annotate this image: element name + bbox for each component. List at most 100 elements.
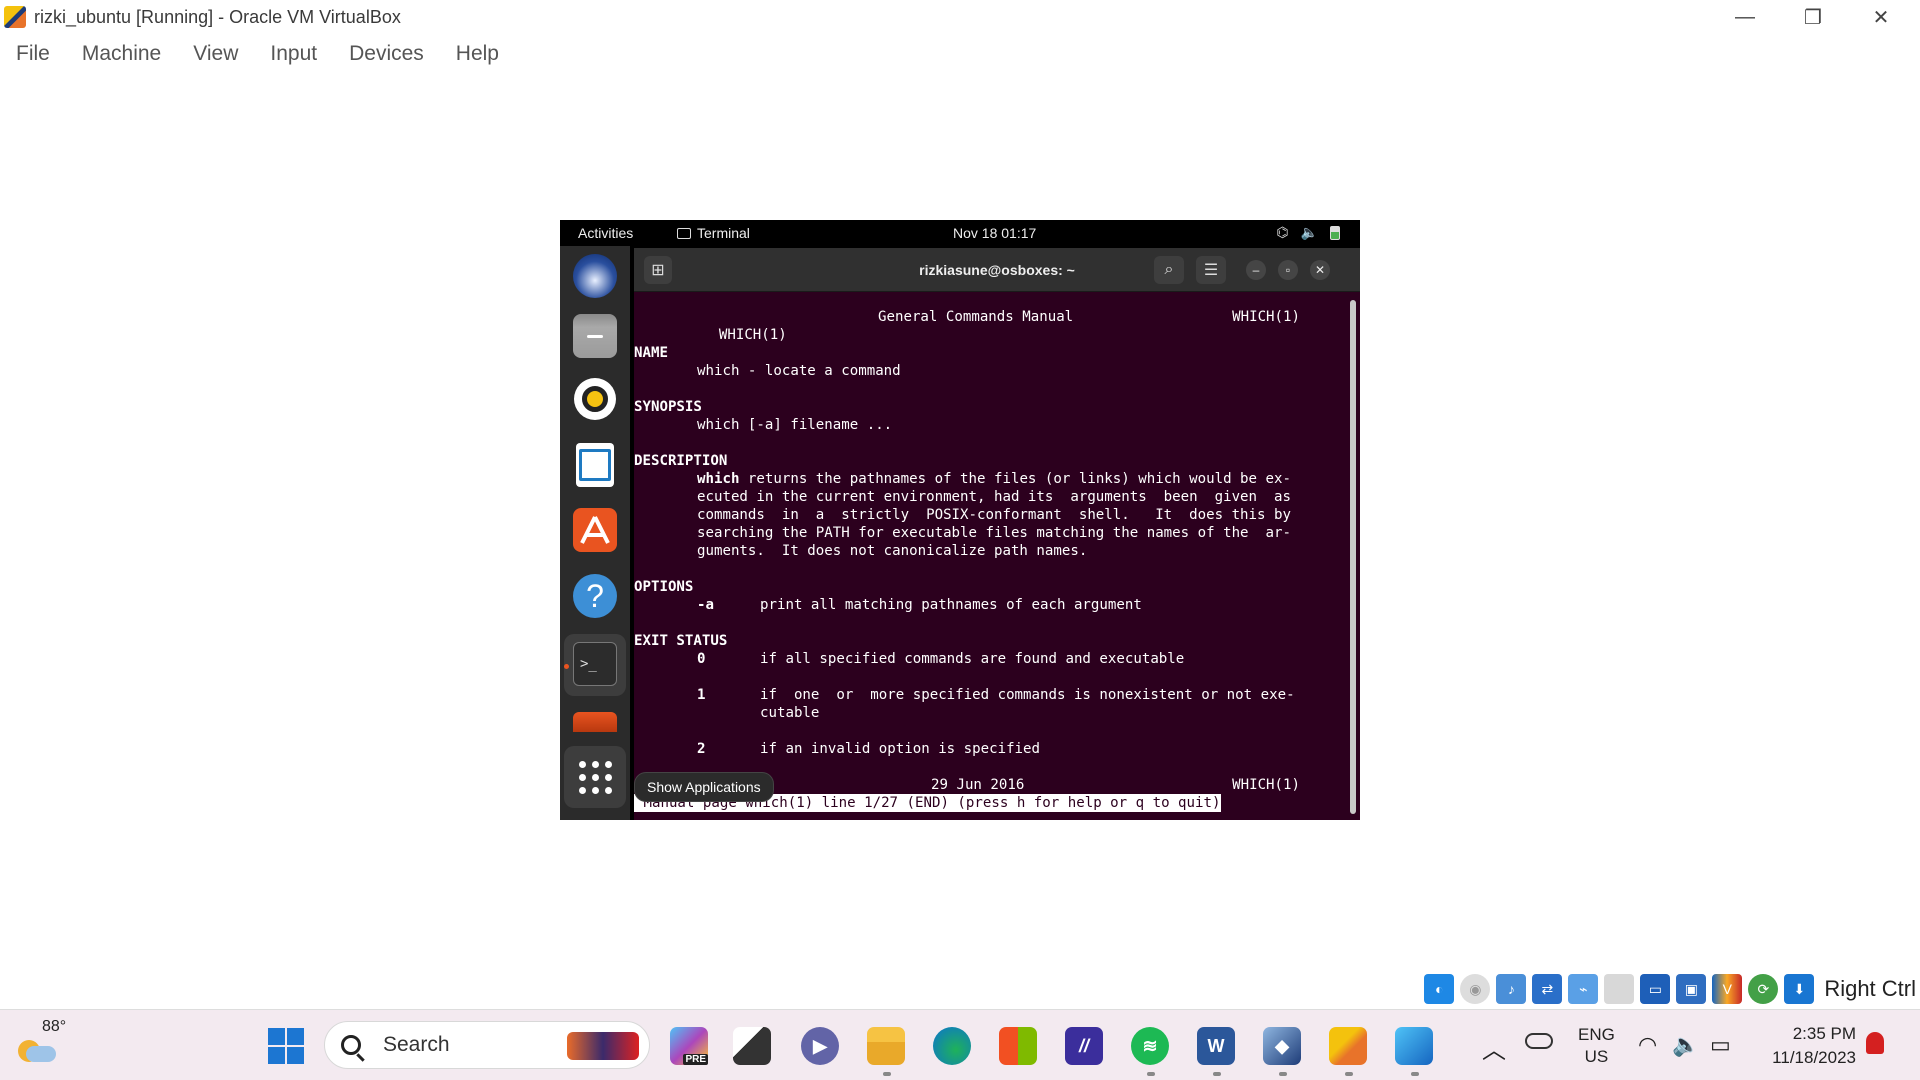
virtualbox-app-icon bbox=[4, 6, 26, 28]
hard-disk-icon[interactable]: ◐ bbox=[1424, 974, 1455, 1004]
show-applications-icon[interactable] bbox=[564, 746, 626, 808]
menu-view[interactable]: View bbox=[177, 42, 254, 66]
weather-widget[interactable]: 88° bbox=[12, 1018, 66, 1068]
vt-x-icon[interactable]: V bbox=[1712, 974, 1743, 1004]
task-view-icon[interactable] bbox=[733, 1027, 771, 1065]
microsoft-store-icon[interactable] bbox=[999, 1027, 1037, 1065]
menu-file[interactable]: File bbox=[0, 42, 66, 66]
desc-command: which bbox=[697, 471, 740, 487]
running-indicator bbox=[564, 664, 569, 669]
edge-icon[interactable] bbox=[933, 1027, 971, 1065]
search-icon bbox=[341, 1035, 361, 1055]
minimize-button[interactable]: — bbox=[1710, 0, 1780, 34]
start-button[interactable] bbox=[268, 1028, 304, 1064]
terminal-scrollbar[interactable] bbox=[1350, 300, 1356, 814]
vm-display[interactable]: Activities Terminal Nov 18 01:17 ⌬ 🔈 ? >… bbox=[560, 220, 1360, 820]
terminal-menu-button[interactable]: ☰ bbox=[1196, 256, 1226, 284]
system-clock[interactable]: 2:35 PM 11/18/2023 bbox=[1760, 1022, 1856, 1070]
audio-icon[interactable]: ♪ bbox=[1496, 974, 1527, 1004]
terminal-maximize-button[interactable]: ▫ bbox=[1278, 260, 1298, 280]
menu-input[interactable]: Input bbox=[254, 42, 333, 66]
activities-button[interactable]: Activities bbox=[578, 225, 633, 241]
menu-devices[interactable]: Devices bbox=[333, 42, 440, 66]
restore-button[interactable]: ❐ bbox=[1778, 0, 1848, 34]
sublime-icon[interactable] bbox=[1329, 1027, 1367, 1065]
name-text: which - locate a command bbox=[697, 363, 901, 379]
thunderbird-icon[interactable] bbox=[573, 254, 617, 298]
photos-icon[interactable] bbox=[1395, 1027, 1433, 1065]
clock-date: 11/18/2023 bbox=[1772, 1048, 1856, 1067]
onedrive-icon[interactable] bbox=[1525, 1033, 1553, 1049]
battery-icon[interactable]: ▭ bbox=[1710, 1032, 1731, 1058]
desktop: rizki_ubuntu [Running] - Oracle VM Virtu… bbox=[0, 0, 1920, 1080]
wifi-icon[interactable]: ◠ bbox=[1638, 1032, 1657, 1058]
description-line-5: guments. It does not canonicalize path n… bbox=[697, 543, 1088, 559]
description-line-3: commands in a strictly POSIX-conformant … bbox=[697, 507, 1291, 523]
optical-drive-icon[interactable]: ◉ bbox=[1460, 974, 1491, 1004]
rhythmbox-icon[interactable] bbox=[574, 378, 616, 420]
search-icon: ⌕ bbox=[1164, 261, 1174, 278]
display-icon[interactable]: ▭ bbox=[1640, 974, 1671, 1004]
volume-icon[interactable]: 🔈 bbox=[1672, 1032, 1699, 1058]
menu-help[interactable]: Help bbox=[440, 42, 515, 66]
download-icon[interactable]: ⬇ bbox=[1784, 974, 1815, 1004]
man-footer-date: 29 Jun 2016 bbox=[931, 777, 1025, 793]
menu-machine[interactable]: Machine bbox=[66, 42, 177, 66]
window-titlebar: rizki_ubuntu [Running] - Oracle VM Virtu… bbox=[0, 0, 1920, 34]
close-button[interactable]: ✕ bbox=[1846, 0, 1916, 34]
exit-1-text-2: cutable bbox=[760, 705, 820, 721]
exit-1-code: 1 bbox=[697, 687, 706, 703]
teams-icon[interactable]: ▶ bbox=[801, 1027, 839, 1065]
terminal-minimize-button[interactable]: – bbox=[1246, 260, 1266, 280]
region-code: US bbox=[1584, 1047, 1609, 1066]
app-menu-label: Terminal bbox=[697, 225, 750, 241]
files-icon[interactable] bbox=[573, 314, 617, 358]
app-center-icon[interactable] bbox=[573, 508, 617, 552]
exit-0: 0 if all specified commands are found and… bbox=[634, 650, 1340, 668]
gnome-clock[interactable]: Nov 18 01:17 bbox=[953, 225, 1036, 241]
system-tray[interactable]: ⌬ 🔈 bbox=[1276, 224, 1340, 241]
terminal-close-button[interactable]: ✕ bbox=[1310, 260, 1330, 280]
description-line-4: searching the PATH for executable files … bbox=[697, 525, 1291, 541]
exit-1-text: if one or more specified commands is non… bbox=[760, 687, 1295, 703]
chevron-up-icon[interactable]: ︿ bbox=[1482, 1030, 1506, 1065]
gnome-top-bar: Activities Terminal Nov 18 01:17 ⌬ 🔈 bbox=[560, 220, 1360, 246]
windows-taskbar: 88° Search PRE ▶ // ≋ W ◆ ︿ ENG US ◠ 🔈 ▭… bbox=[0, 1009, 1920, 1080]
option-a-flag: -a bbox=[697, 597, 714, 613]
synopsis-text: which [-a] filename ... bbox=[697, 417, 893, 433]
maximize-icon: ▫ bbox=[1285, 263, 1291, 277]
file-explorer-icon[interactable] bbox=[867, 1027, 905, 1065]
section-synopsis: SYNOPSIS bbox=[634, 399, 702, 415]
description-line-2: ecuted in the current environment, had i… bbox=[697, 489, 1291, 505]
copilot-icon[interactable]: PRE bbox=[670, 1027, 708, 1065]
host-key-label: Right Ctrl bbox=[1824, 976, 1916, 1001]
network-icon[interactable]: ⇄ bbox=[1532, 974, 1563, 1004]
recording-icon[interactable]: ▣ bbox=[1676, 974, 1707, 1004]
terminal-content[interactable]: WHICH(1) General Commands Manual WHICH(1… bbox=[634, 296, 1340, 816]
app-menu-terminal[interactable]: Terminal bbox=[677, 225, 750, 241]
notification-bell-icon[interactable] bbox=[1866, 1032, 1884, 1054]
ai-app-icon[interactable]: // bbox=[1065, 1027, 1103, 1065]
section-exit-status: EXIT STATUS bbox=[634, 633, 728, 649]
terminal-icon[interactable]: >_ bbox=[573, 642, 617, 686]
spotify-icon[interactable]: ≋ bbox=[1131, 1027, 1169, 1065]
taskbar-search[interactable]: Search bbox=[324, 1021, 650, 1069]
shared-folders-icon[interactable] bbox=[1604, 974, 1635, 1004]
partial-app-icon[interactable] bbox=[573, 712, 617, 732]
menu-bar: File Machine View Input Devices Help bbox=[0, 38, 515, 70]
volume-icon: 🔈 bbox=[1300, 224, 1318, 240]
virtualbox-icon[interactable]: ◆ bbox=[1263, 1027, 1301, 1065]
minimize-icon: — bbox=[1735, 5, 1755, 28]
option-a: -a print all matching pathnames of each a… bbox=[634, 596, 1340, 614]
man-header-center: General Commands Manual bbox=[878, 309, 1074, 325]
spotify-running-indicator bbox=[1147, 1072, 1155, 1076]
help-icon[interactable]: ? bbox=[573, 574, 617, 618]
word-icon[interactable]: W bbox=[1197, 1027, 1235, 1065]
language-indicator[interactable]: ENG US bbox=[1578, 1024, 1615, 1068]
word-running-indicator bbox=[1213, 1072, 1221, 1076]
writer-icon[interactable] bbox=[576, 443, 614, 487]
guest-additions-icon[interactable]: ⟳ bbox=[1748, 974, 1779, 1004]
ubuntu-dock: ? >_ bbox=[560, 246, 630, 820]
terminal-search-button[interactable]: ⌕ bbox=[1154, 256, 1184, 284]
usb-icon[interactable]: ⌁ bbox=[1568, 974, 1599, 1004]
